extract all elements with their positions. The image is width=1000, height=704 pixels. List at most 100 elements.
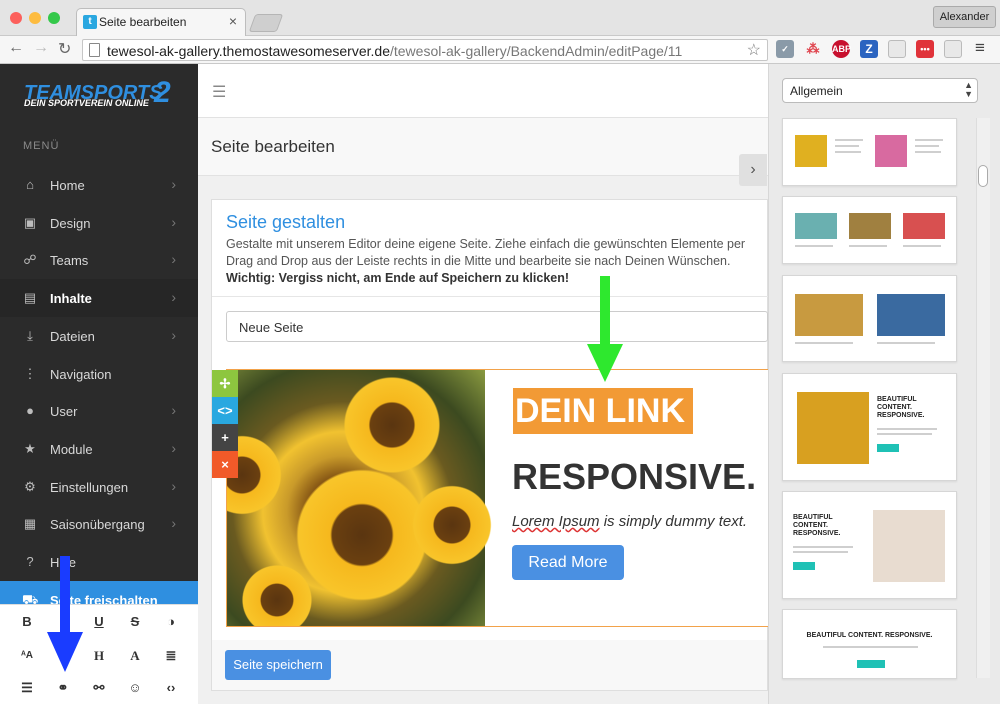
code-icon[interactable]: <> — [212, 397, 238, 424]
template-thumbnail[interactable]: BEAUTIFUL CONTENT. RESPONSIVE. — [782, 373, 957, 481]
sidebar-item-saisonübergang[interactable]: ▦ Saisonübergang › — [0, 505, 198, 543]
template-thumbnail[interactable]: BEAUTIFUL CONTENT. RESPONSIVE. — [782, 609, 957, 679]
block-text[interactable]: Lorem Ipsum is simply dummy text. — [512, 513, 747, 530]
link-text[interactable]: DEIN LINK — [513, 388, 693, 434]
sunflower-shape — [337, 370, 447, 480]
save-warning: Wichtig: Vergiss nicht, am Ende auf Spei… — [226, 271, 570, 285]
image-icon: ▣ — [23, 214, 37, 230]
template-thumbnail[interactable] — [782, 196, 957, 264]
profile-button[interactable]: Alexander — [933, 6, 996, 28]
new-tab-button[interactable] — [248, 14, 284, 32]
top-bar: ☰ — [198, 64, 768, 118]
thumb-image — [875, 135, 907, 167]
align-icon[interactable]: ≣ — [158, 643, 184, 669]
block-headline[interactable]: RESPONSIVE. — [512, 456, 756, 498]
smiley-icon[interactable]: ☺ — [122, 675, 148, 701]
template-scrollbar[interactable] — [976, 118, 990, 678]
extension-grid-icon[interactable] — [944, 40, 962, 58]
sidebar-item-design[interactable]: ▣ Design › — [0, 204, 198, 242]
link-icon[interactable]: ⚭ — [50, 675, 76, 701]
font-size-icon[interactable]: ᴬA — [14, 643, 40, 669]
sunflower-image — [227, 370, 497, 626]
users-icon: ☍ — [23, 252, 37, 268]
green-arrow-icon — [587, 276, 623, 382]
chevron-right-icon: › — [171, 515, 176, 532]
question-icon: ? — [26, 554, 34, 569]
sidebar-item-hilfe[interactable]: ?Hilfe — [0, 543, 198, 581]
contrast-icon[interactable]: ◑ — [158, 609, 184, 635]
sidebar-toggle-icon[interactable]: ☰ — [212, 82, 226, 102]
minimize-window-button[interactable] — [29, 12, 41, 24]
extension-check-icon[interactable]: ✓ — [776, 40, 794, 58]
sidebar-item-module[interactable]: ★ Module › — [0, 430, 198, 468]
browser-menu-icon[interactable]: ≡ — [975, 38, 985, 58]
select-arrows-icon: ▲ ▼ — [964, 80, 973, 99]
sidebar-item-label: Navigation — [50, 366, 112, 382]
add-icon[interactable]: + — [212, 424, 238, 451]
strikethrough-icon[interactable]: S — [122, 609, 148, 635]
underline-icon[interactable]: U — [86, 609, 112, 635]
reload-icon[interactable]: ↻ — [58, 39, 71, 59]
sidebar-item-navigation[interactable]: ⋮ Navigation — [0, 355, 198, 393]
code-icon[interactable]: ‹› — [158, 675, 184, 701]
unlink-icon[interactable]: ⚯ — [86, 675, 112, 701]
bold-icon[interactable]: B — [14, 609, 40, 635]
user-icon: ● — [26, 403, 34, 419]
sidebar-item-home[interactable]: ⌂ Home › — [0, 166, 198, 204]
divider — [212, 296, 769, 297]
scrollbar-thumb[interactable] — [978, 165, 988, 187]
maximize-window-button[interactable] — [48, 12, 60, 24]
calendar-icon: ▦ — [23, 516, 37, 532]
editor-panel-title: Seite gestalten — [226, 212, 346, 232]
font-icon[interactable]: A — [122, 643, 148, 669]
adblock-icon[interactable]: ABP — [832, 40, 851, 58]
blue-arrow-icon — [47, 556, 83, 672]
tab-close-icon[interactable]: × — [229, 13, 237, 29]
move-icon[interactable]: ✢ — [212, 370, 238, 397]
template-thumbnail[interactable] — [782, 275, 957, 362]
sidebar-item-teams[interactable]: ☍ Teams › — [0, 241, 198, 279]
thumb-image — [849, 213, 891, 239]
chevron-right-icon: › — [171, 439, 176, 456]
block-tools: ✢ <> + × — [212, 370, 238, 478]
category-select-value: Allgemein — [790, 84, 843, 98]
extension-doc-icon[interactable] — [888, 40, 906, 58]
sidebar-item-dateien[interactable]: ⤓ Dateien › — [0, 317, 198, 355]
thumb-image — [903, 213, 945, 239]
list-icon[interactable]: ☰ — [14, 675, 40, 701]
bookmark-star-icon[interactable]: ☆ — [747, 40, 761, 60]
thumb-heading: BEAUTIFUL CONTENT. RESPONSIVE. — [877, 396, 925, 419]
heading-icon[interactable]: H — [86, 643, 112, 669]
page-select[interactable]: Neue Seite — [226, 311, 768, 342]
template-thumbnail[interactable] — [782, 118, 957, 186]
back-arrow-icon[interactable]: ← — [8, 39, 24, 57]
browser-toolbar: ← → ↻ tewesol-ak-gallery.themostawesomes… — [0, 36, 1000, 64]
address-bar[interactable]: tewesol-ak-gallery.themostawesomeserver.… — [82, 39, 768, 61]
logo-tagline: DEIN SPORTVEREIN ONLINE — [24, 98, 149, 108]
page-title: Seite bearbeiten — [211, 137, 335, 156]
template-thumbnail[interactable]: BEAUTIFUL CONTENT. RESPONSIVE. — [782, 491, 957, 599]
text-editor-toolbar: B U S ◑ ᴬA H A ≣ ☰ ⚭ ⚯ ☺ ‹› — [0, 604, 198, 704]
home-icon: ⌂ — [26, 177, 34, 192]
save-page-button[interactable]: Seite speichern — [225, 650, 331, 680]
sidebar-item-inhalte[interactable]: ▤ Inhalte › — [0, 279, 198, 318]
delete-icon[interactable]: × — [212, 451, 238, 478]
category-select[interactable]: Allgemein ▲ ▼ — [782, 78, 978, 103]
tab-favicon-icon: t — [83, 15, 97, 29]
panel-collapse-chevron-icon[interactable]: › — [739, 154, 767, 186]
sidebar-item-einstellungen[interactable]: ⚙ Einstellungen › — [0, 468, 198, 506]
thumb-heading: BEAUTIFUL CONTENT. RESPONSIVE. — [793, 514, 841, 537]
thumb-image — [795, 294, 863, 336]
sidebar-item-user[interactable]: ● User › — [0, 392, 198, 430]
extension-z-icon[interactable]: Z — [860, 40, 878, 58]
extension-asana-icon[interactable]: ⁂ — [804, 40, 822, 58]
forward-arrow-icon[interactable]: → — [33, 39, 49, 57]
browser-tab[interactable]: t Seite bearbeiten × — [76, 8, 246, 36]
read-more-button[interactable]: Read More — [512, 545, 624, 580]
close-window-button[interactable] — [10, 12, 22, 24]
chevron-right-icon: › — [171, 176, 176, 192]
sidebar-item-label: User — [50, 404, 78, 420]
tab-title: Seite bearbeiten — [99, 15, 187, 29]
extension-dots-icon[interactable]: ••• — [916, 40, 934, 58]
thumb-heading: BEAUTIFUL CONTENT. RESPONSIVE. — [806, 632, 933, 639]
